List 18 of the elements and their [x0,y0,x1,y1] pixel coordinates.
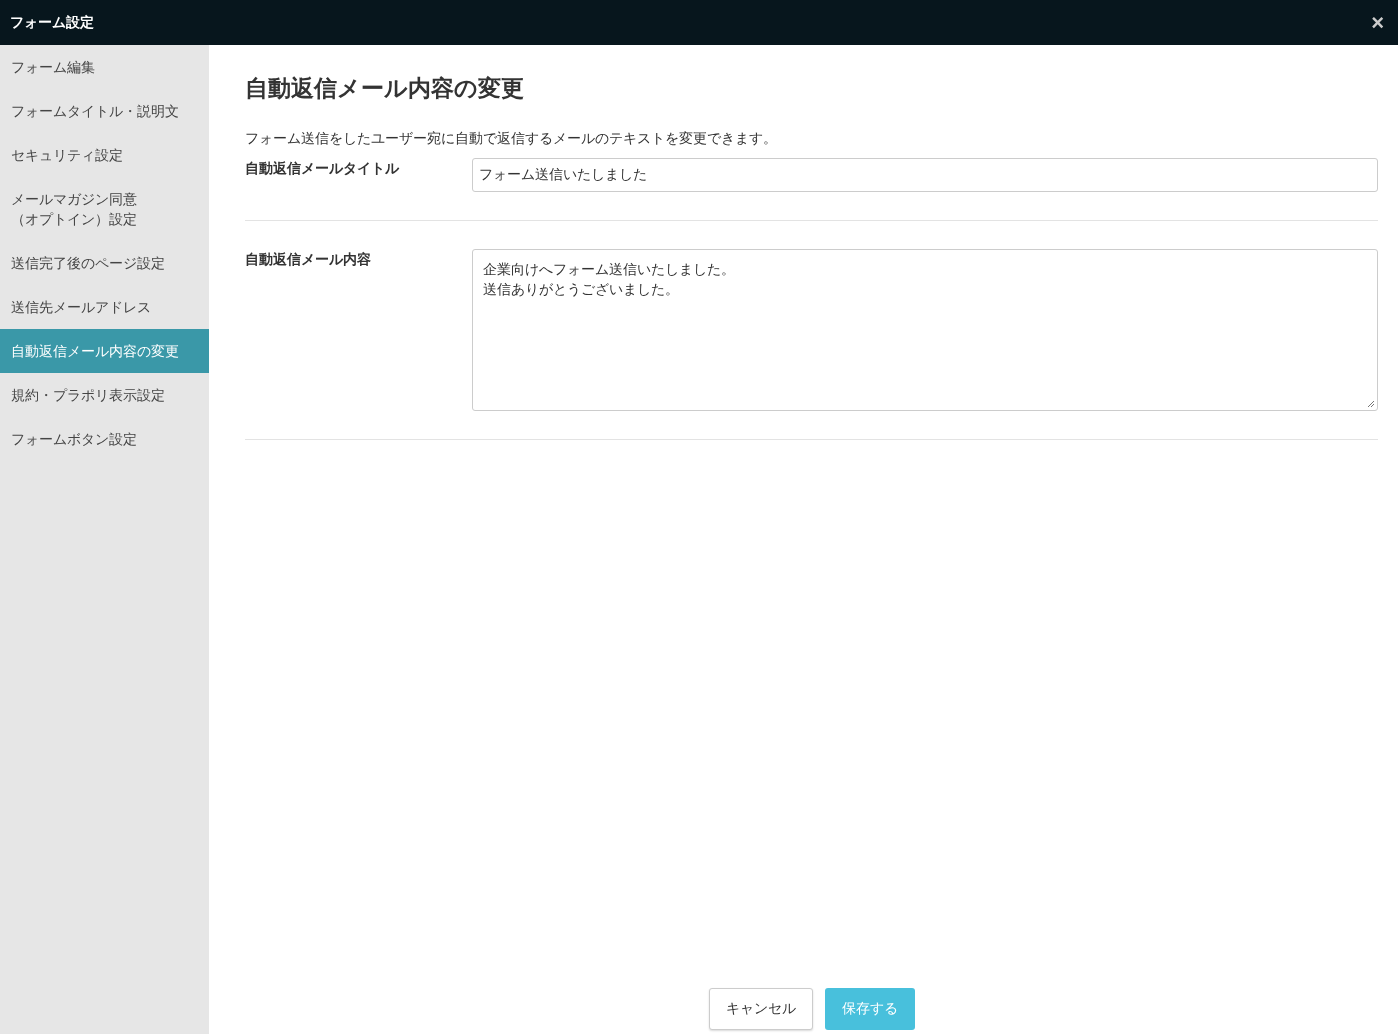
sidebar-item[interactable]: フォームボタン設定 [0,417,209,461]
sidebar-item[interactable]: フォームタイトル・説明文 [0,89,209,133]
cancel-button[interactable]: キャンセル [708,988,813,1030]
sidebar-item[interactable]: 送信完了後のページ設定 [0,241,209,285]
field-label: 自動返信メールタイトル [245,159,400,178]
sidebar-item[interactable]: 送信先メールアドレス [0,285,209,329]
body-text-area[interactable]: 企業向けへフォーム送信いたしました。 送信ありがとうございました。 [472,249,1378,411]
description-text: フォーム送信をしたユーザー宛に自動で返信するメールのテキストを変更できます。 [245,130,778,148]
sidebar-item[interactable]: フォーム編集 [0,45,209,89]
page-heading: 自動返信メール内容の変更 [245,74,525,103]
sidebar-item[interactable]: セキュリティ設定 [0,133,209,177]
title-input-field[interactable]: フォーム送信いたしました [472,158,1378,192]
close-button[interactable]: × [1367,11,1388,34]
resize-grip-icon[interactable] [1367,400,1375,408]
sidebar-item[interactable]: メールマガジン同意 （オプトイン）設定 [0,177,209,241]
window-title: フォーム設定 [10,13,94,32]
field-label: 自動返信メール内容 [245,250,372,269]
sidebar-item[interactable]: 規約・プラポリ表示設定 [0,373,209,417]
